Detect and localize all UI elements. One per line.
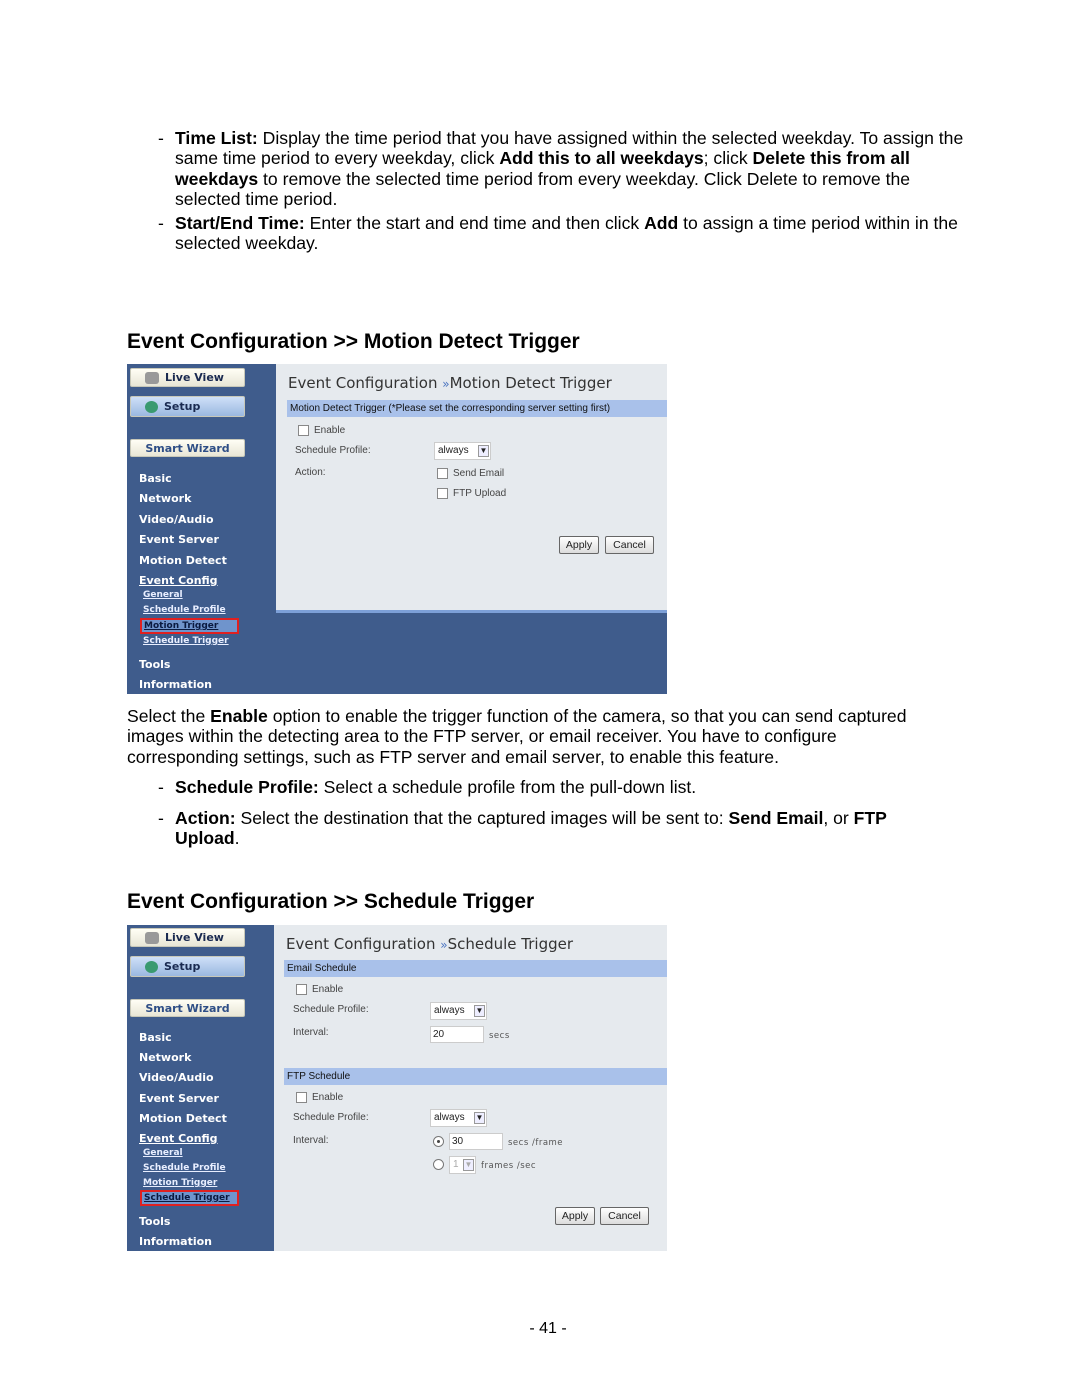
live-view-button[interactable]: Live View bbox=[130, 928, 245, 947]
cancel-button[interactable]: Cancel bbox=[600, 1207, 649, 1225]
frames-per-sec-radio[interactable] bbox=[433, 1159, 444, 1170]
nav-video-audio[interactable]: Video/Audio bbox=[139, 1071, 214, 1084]
nav-event-server[interactable]: Event Server bbox=[139, 533, 219, 546]
schedule-trigger-screenshot: Live View Setup Smart Wizard Basic Netwo… bbox=[127, 925, 667, 1251]
nav-motion-trigger[interactable]: Motion Trigger bbox=[143, 1178, 217, 1188]
nav-event-server[interactable]: Event Server bbox=[139, 1092, 219, 1105]
ftp-enable-checkbox[interactable] bbox=[296, 1092, 307, 1103]
send-email-label: Send Email bbox=[453, 468, 505, 479]
setup-icon bbox=[145, 960, 158, 973]
ftp-schedule-bar: FTP Schedule bbox=[284, 1068, 667, 1085]
fps-unit: frames /sec bbox=[481, 1161, 537, 1171]
nav-network[interactable]: Network bbox=[139, 1051, 191, 1064]
setup-icon bbox=[145, 400, 158, 413]
section-heading-motion: Event Configuration >> Motion Detect Tri… bbox=[127, 330, 580, 353]
smart-wizard-button[interactable]: Smart Wizard bbox=[130, 999, 245, 1017]
email-enable-label: Enable bbox=[312, 984, 344, 995]
nav-general[interactable]: General bbox=[143, 590, 183, 600]
sidebar: Live View Setup Smart Wizard Basic Netwo… bbox=[127, 364, 276, 694]
nav-schedule-trigger[interactable]: Schedule Trigger bbox=[140, 1190, 239, 1206]
content-title: Event Configuration »Motion Detect Trigg… bbox=[288, 374, 612, 392]
bullet-time-list: - Time List: Display the time period that… bbox=[158, 128, 964, 210]
nav-motion-detect[interactable]: Motion Detect bbox=[139, 1112, 227, 1125]
content-area: Event Configuration »Schedule Trigger Em… bbox=[274, 925, 667, 1251]
setup-button[interactable]: Setup bbox=[130, 956, 245, 977]
chevron-down-icon: ▼ bbox=[463, 1159, 474, 1171]
setup-button[interactable]: Setup bbox=[130, 396, 245, 417]
nav-schedule-trigger[interactable]: Schedule Trigger bbox=[143, 636, 229, 646]
send-email-checkbox[interactable] bbox=[437, 468, 448, 479]
enable-label: Enable bbox=[314, 425, 346, 436]
ftp-upload-checkbox[interactable] bbox=[437, 488, 448, 499]
nav-basic[interactable]: Basic bbox=[139, 1031, 172, 1044]
email-schedule-profile-label: Schedule Profile: bbox=[293, 1004, 369, 1015]
ftp-interval-unit: secs /frame bbox=[508, 1138, 564, 1148]
schedule-profile-label: Schedule Profile: bbox=[295, 445, 371, 456]
nav-schedule-profile[interactable]: Schedule Profile bbox=[143, 605, 226, 615]
nav-information[interactable]: Information bbox=[139, 1235, 212, 1248]
schedule-profile-select[interactable]: always ▼ bbox=[434, 442, 491, 460]
email-interval-label: Interval: bbox=[293, 1027, 329, 1038]
action-label: Action: bbox=[295, 467, 326, 478]
chevron-down-icon: ▼ bbox=[474, 1112, 485, 1124]
camera-icon bbox=[145, 931, 159, 944]
bullet-schedule-profile: - Schedule Profile: Select a schedule pro… bbox=[158, 777, 697, 797]
nav-schedule-profile[interactable]: Schedule Profile bbox=[143, 1163, 226, 1173]
nav-basic[interactable]: Basic bbox=[139, 472, 172, 485]
motion-trigger-screenshot: Live View Setup Smart Wizard Basic Netwo… bbox=[127, 364, 667, 694]
nav-information[interactable]: Information bbox=[139, 678, 212, 691]
email-schedule-profile-select[interactable]: always ▼ bbox=[430, 1002, 487, 1020]
ftp-interval-label: Interval: bbox=[293, 1135, 329, 1146]
setup-label: Setup bbox=[164, 960, 201, 973]
nav-tools[interactable]: Tools bbox=[139, 658, 170, 671]
email-interval-unit: secs bbox=[489, 1031, 510, 1041]
nav-network[interactable]: Network bbox=[139, 492, 191, 505]
bullet-start-end-time: - Start/End Time: Enter the start and end… bbox=[158, 213, 958, 254]
enable-checkbox[interactable] bbox=[298, 425, 309, 436]
fps-select[interactable]: 1 ▼ bbox=[449, 1156, 476, 1174]
chevron-down-icon: ▼ bbox=[478, 445, 489, 457]
ftp-enable-label: Enable bbox=[312, 1092, 344, 1103]
live-view-label: Live View bbox=[165, 371, 224, 384]
camera-icon bbox=[145, 371, 159, 384]
email-schedule-bar: Email Schedule bbox=[284, 960, 667, 977]
smart-wizard-button[interactable]: Smart Wizard bbox=[130, 439, 245, 457]
nav-tools[interactable]: Tools bbox=[139, 1215, 170, 1228]
nav-motion-trigger[interactable]: Motion Trigger bbox=[140, 618, 239, 634]
section-heading-schedule: Event Configuration >> Schedule Trigger bbox=[127, 890, 535, 913]
ftp-upload-label: FTP Upload bbox=[453, 488, 507, 499]
content-area: Event Configuration »Motion Detect Trigg… bbox=[276, 364, 667, 613]
nav-general[interactable]: General bbox=[143, 1148, 183, 1158]
email-interval-input[interactable]: 20 bbox=[430, 1026, 484, 1043]
apply-button[interactable]: Apply bbox=[555, 1207, 595, 1225]
nav-event-config[interactable]: Event Config bbox=[139, 574, 218, 587]
cancel-button[interactable]: Cancel bbox=[605, 536, 654, 554]
ftp-schedule-profile-select[interactable]: always ▼ bbox=[430, 1109, 487, 1127]
ftp-schedule-profile-label: Schedule Profile: bbox=[293, 1112, 369, 1123]
setup-label: Setup bbox=[164, 400, 201, 413]
chevron-down-icon: ▼ bbox=[474, 1005, 485, 1017]
bullet-action: - Action: Select the destination that the… bbox=[158, 808, 887, 849]
live-view-button[interactable]: Live View bbox=[130, 368, 245, 387]
section-bar: Motion Detect Trigger (*Please set the c… bbox=[287, 400, 667, 417]
secs-per-frame-radio[interactable] bbox=[433, 1136, 444, 1147]
ftp-interval-input[interactable]: 30 bbox=[449, 1133, 503, 1150]
apply-button[interactable]: Apply bbox=[559, 536, 599, 554]
email-enable-checkbox[interactable] bbox=[296, 984, 307, 995]
nav-video-audio[interactable]: Video/Audio bbox=[139, 513, 214, 526]
enable-description: Select the Enable option to enable the t… bbox=[127, 706, 907, 767]
nav-motion-detect[interactable]: Motion Detect bbox=[139, 554, 227, 567]
sidebar: Live View Setup Smart Wizard Basic Netwo… bbox=[127, 925, 274, 1251]
content-title: Event Configuration »Schedule Trigger bbox=[286, 935, 574, 953]
live-view-label: Live View bbox=[165, 931, 224, 944]
page-number: - 41 - bbox=[529, 1320, 567, 1337]
nav-event-config[interactable]: Event Config bbox=[139, 1132, 218, 1145]
